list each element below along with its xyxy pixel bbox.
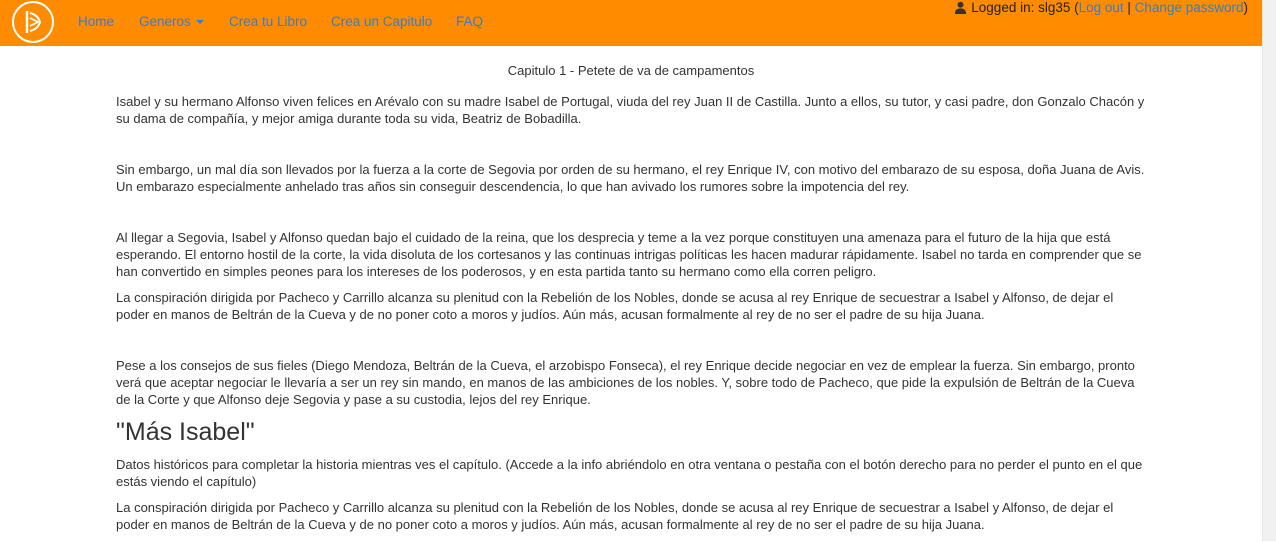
chapter-paragraph: Pese a los consejos de sus fieles (Diego… <box>116 358 1135 407</box>
nav-home[interactable]: Home <box>78 14 114 29</box>
nav-generos-label: Generos <box>139 14 191 29</box>
chapter-paragraph: Al llegar a Segovia, Isabel y Alfonso qu… <box>116 230 1142 279</box>
nav-generos-dropdown[interactable]: Generos <box>139 14 204 29</box>
logged-in-text: Logged in: slg35 ( <box>971 0 1079 15</box>
chapter-paragraph: Isabel y su hermano Alfonso viven felice… <box>116 94 1145 126</box>
mas-isabel-heading: "Más Isabel" <box>116 418 255 446</box>
chapter-paragraph: Sin embargo, un mal día son llevados por… <box>116 162 1145 194</box>
page-scrollbar[interactable] <box>1262 0 1276 541</box>
chapter-title: Capitulo 1 - Petete de va de campamentos <box>507 63 755 78</box>
chapter-content: Capitulo 1 - Petete de va de campamentos… <box>116 62 1146 542</box>
logout-link[interactable]: Log out <box>1079 0 1124 15</box>
mas-isabel-paragraph: La conspiración dirigida por Pacheco y C… <box>116 500 1114 532</box>
top-navbar: Home Generos Crea tu Libro Crea un Capit… <box>0 0 1262 46</box>
nav-crea-un-capitulo[interactable]: Crea un Capitulo <box>331 14 432 29</box>
mas-isabel-intro: Datos históricos para completar la histo… <box>116 457 1143 489</box>
logged-in-suffix: ) <box>1243 0 1249 15</box>
nav-crea-tu-libro[interactable]: Crea tu Libro <box>229 14 307 29</box>
user-status: Logged in: slg35 ( Log out | Change pass… <box>954 0 1248 15</box>
book-logo-icon[interactable] <box>12 1 54 43</box>
chapter-paragraph: La conspiración dirigida por Pacheco y C… <box>116 290 1114 322</box>
nav-faq[interactable]: FAQ <box>456 14 483 29</box>
caret-down-icon <box>195 20 204 25</box>
user-icon <box>955 1 967 14</box>
change-password-link[interactable]: Change password <box>1135 0 1244 15</box>
link-separator: | <box>1123 0 1135 15</box>
